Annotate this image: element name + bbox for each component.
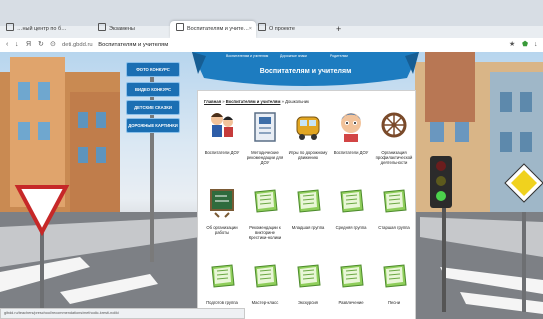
- banner-link-parents[interactable]: Родителям: [330, 54, 348, 58]
- side-menu-photo-contest[interactable]: ФОТО КОНКУРС: [126, 62, 180, 77]
- item-excursion[interactable]: Экскурсия: [288, 261, 328, 305]
- item-junior-group[interactable]: Младшая группа: [288, 186, 328, 230]
- folder-icon: [254, 264, 278, 288]
- browser-chrome: …ный центр по б… Экзамены Воспитателям и…: [0, 0, 543, 53]
- status-bar-url: gibdd.ru/teachers/preschool/recommendati…: [0, 308, 245, 319]
- item-songs[interactable]: Песни: [374, 261, 414, 305]
- address-bar[interactable]: deti.gbdd.ru Воспитателям и учителям: [62, 39, 507, 51]
- folder-icon: [297, 189, 321, 213]
- folder-icon: [211, 264, 235, 288]
- item-middle-group[interactable]: Средняя группа: [331, 186, 371, 230]
- reload-icon[interactable]: ↻: [38, 38, 44, 52]
- banner-link-teachers[interactable]: Воспитателям и учителям: [226, 54, 268, 58]
- chalkboard-icon: [210, 189, 234, 218]
- bus-icon: [296, 116, 320, 140]
- toolbar: ‹ ↓ Я ↻ ⊙ deti.gbdd.ru Воспитателям и уч…: [0, 38, 543, 53]
- item-entertainment[interactable]: Развлечение: [331, 261, 371, 305]
- item-preschool-teachers[interactable]: Воспитатели ДОУ: [202, 111, 242, 155]
- item-label: Младшая группа: [291, 225, 325, 230]
- page-viewport: ФОТО КОНКУРС ВИДЕО КОНКУРС ДЕТСКИЕ СКАЗК…: [0, 52, 543, 319]
- item-preparatory-group[interactable]: Подготов группа: [202, 261, 242, 305]
- side-menu-video-contest[interactable]: ВИДЕО КОНКУРС: [126, 82, 180, 97]
- new-tab-button[interactable]: +: [330, 21, 350, 38]
- folder-icon: [383, 264, 407, 288]
- item-label: Развлечение: [338, 300, 364, 305]
- page-icon: [258, 23, 266, 31]
- children-icon: [211, 113, 233, 137]
- page-title: Воспитателям и учителям: [259, 68, 352, 75]
- url-domain: deti.gbdd.ru: [62, 42, 93, 48]
- breadcrumb-current: Дошкольник: [285, 99, 309, 104]
- wheel-icon: [381, 112, 407, 138]
- page-icon: [6, 23, 14, 31]
- folder-icon: [254, 189, 278, 213]
- item-prevention-activities[interactable]: Организация профилактической деятельност…: [374, 111, 414, 165]
- tab-about[interactable]: О проекте: [252, 21, 333, 38]
- tab-label: Воспитателям и учите…: [187, 26, 250, 32]
- item-methodical-recommendations[interactable]: Методические рекомендации для ДОУ: [245, 111, 285, 165]
- tab-exams[interactable]: Экзамены: [92, 21, 173, 38]
- download-icon[interactable]: ↓: [15, 38, 19, 52]
- side-menu-road-pictures[interactable]: ДОРОЖНЫЕ КАРТИНКИ: [126, 118, 180, 133]
- content-panel: Главная » Воспитателям и учителям » Дошк…: [197, 90, 416, 319]
- item-label: Об организации работы: [206, 225, 238, 235]
- tab-teachers[interactable]: Воспитателям и учите… ×: [170, 21, 256, 38]
- item-road-games[interactable]: Игры по дорожному движению: [288, 111, 328, 160]
- item-master-class[interactable]: Мастер-класс: [245, 261, 285, 305]
- item-label: Мастер-класс: [251, 300, 279, 305]
- back-icon[interactable]: ‹: [6, 38, 8, 52]
- downloads-icon[interactable]: ↓: [534, 38, 538, 52]
- book-icon: [254, 112, 276, 142]
- folder-icon: [297, 264, 321, 288]
- item-quiz-recommendations[interactable]: Рекомендации к викторине Крестики-нолики: [245, 186, 285, 240]
- item-label: Рекомендации к викторине Крестики-нолики: [248, 225, 282, 240]
- boy-icon: [341, 113, 361, 142]
- item-work-organization[interactable]: Об организации работы: [202, 186, 242, 235]
- side-menu-kids-tales[interactable]: ДЕТСКИЕ СКАЗКИ: [126, 100, 180, 115]
- url-title: Воспитателям и учителям: [98, 42, 169, 48]
- yandex-icon[interactable]: Я: [26, 38, 31, 52]
- item-label: Песни: [387, 300, 401, 305]
- folder-icon: [383, 189, 407, 213]
- page-icon: [176, 23, 184, 31]
- tab-label: О проекте: [269, 26, 295, 32]
- item-label: Экскурсия: [298, 300, 318, 305]
- item-label: Средняя группа: [335, 225, 367, 230]
- shield-icon[interactable]: ⬟: [522, 38, 528, 52]
- item-label: Старшая группа: [378, 225, 410, 230]
- lock-icon: ⊙: [50, 41, 56, 48]
- page-icon: [98, 23, 106, 31]
- tab-label: Экзамены: [109, 26, 135, 32]
- item-label: Методические рекомендации для ДОУ: [246, 150, 284, 165]
- banner-link-road-signs[interactable]: Дорожные знаки: [280, 54, 307, 58]
- breadcrumb: Главная » Воспитателям и учителям » Дошк…: [204, 99, 309, 104]
- bookmark-star-icon[interactable]: ★: [509, 38, 515, 52]
- item-label: Организация профилактической деятельност…: [375, 150, 413, 165]
- breadcrumb-section[interactable]: Воспитателям и учителям: [226, 99, 281, 104]
- breadcrumb-home[interactable]: Главная: [204, 99, 221, 104]
- folder-icon: [340, 189, 364, 213]
- item-label: Игры по дорожному движению: [288, 150, 328, 160]
- tab-label: …ный центр по б…: [17, 26, 67, 32]
- item-senior-group[interactable]: Старшая группа: [374, 186, 414, 230]
- folder-icon: [340, 264, 364, 288]
- item-preschool-teachers-2[interactable]: Воспитатели ДОУ: [331, 111, 371, 155]
- item-label: Воспитатели ДОУ: [204, 150, 240, 155]
- item-label: Воспитатели ДОУ: [333, 150, 369, 155]
- item-label: Подготов группа: [206, 300, 238, 305]
- tab-safety-center[interactable]: …ный центр по б…: [0, 21, 94, 38]
